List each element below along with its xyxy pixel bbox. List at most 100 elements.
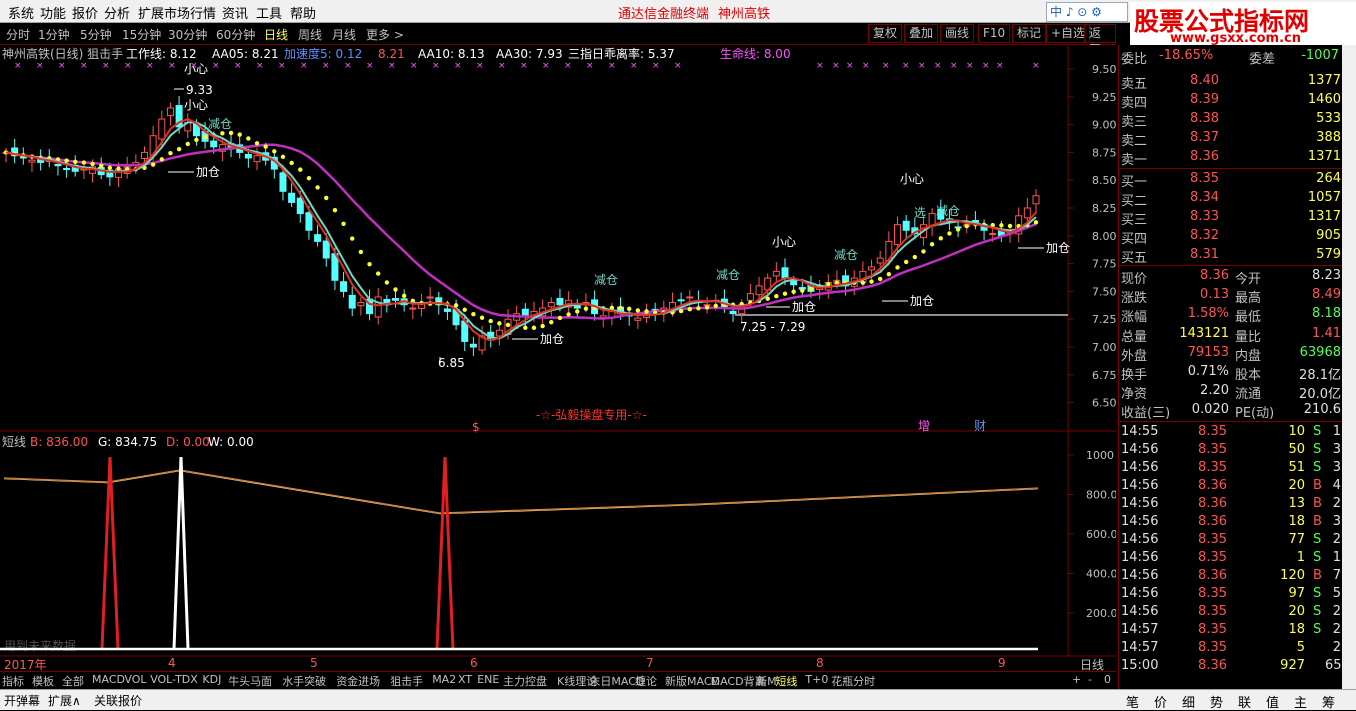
tick-time: 14:56: [1121, 586, 1159, 601]
indicator-tab[interactable]: ENE: [477, 673, 499, 686]
period-5min[interactable]: 5分钟: [80, 26, 112, 43]
kline-chart[interactable]: 神州高铁(日线) 狙击手 工作线: 8.12 AA05: 8.21 加速度5: …: [0, 45, 1116, 657]
indicator-tab[interactable]: 花瓶分时: [831, 673, 875, 689]
high-price-label: 9.33: [186, 83, 213, 97]
tick-price: 8.36: [1198, 514, 1227, 529]
ime-toolbar[interactable]: 中 ♪ ⊙ ⚙: [1046, 2, 1128, 22]
period-60min[interactable]: 60分钟: [216, 26, 255, 43]
ann-jiancang-4: 减仓: [936, 204, 960, 218]
menu-function[interactable]: 功能: [40, 3, 66, 22]
tick-volume: 77: [1288, 532, 1305, 547]
tab-shi[interactable]: 势: [1210, 692, 1223, 711]
right-scroll-strip[interactable]: [1342, 45, 1356, 689]
ann-jiacang-2: 加仓: [540, 332, 564, 346]
tab-xi[interactable]: 细: [1182, 692, 1195, 711]
fuquan-button[interactable]: 复权: [868, 24, 903, 43]
period-daily[interactable]: 日线: [264, 26, 288, 43]
indicator-tab[interactable]: 模板: [32, 673, 54, 689]
menu-help[interactable]: 帮助: [290, 3, 316, 22]
stat-label-2: 最高: [1235, 291, 1262, 307]
app-brand: 通达信金融终端: [618, 7, 710, 22]
tick-volume: 5: [1296, 640, 1305, 655]
quote-row: 14:56 8.36 20 B 4: [1119, 477, 1343, 496]
danmaku-button[interactable]: 开弹幕: [4, 692, 40, 709]
quote-row: 卖三 8.38 533: [1119, 110, 1343, 130]
indicator-tab[interactable]: 全部: [62, 673, 84, 689]
tab-zhi[interactable]: 值: [1266, 692, 1279, 711]
indicator-tab[interactable]: XT: [458, 673, 472, 686]
indicator-tab[interactable]: 缠论: [635, 673, 657, 689]
tab-zhu[interactable]: 主: [1294, 692, 1307, 711]
period-monthly[interactable]: 月线: [332, 26, 356, 43]
quote-row: 14:56 8.36 13 B 2: [1119, 495, 1343, 514]
tick-volume: 51: [1288, 460, 1305, 475]
tick-price: 8.35: [1198, 424, 1227, 439]
weibi-value: -18.65%: [1159, 48, 1214, 63]
price-tick: 9.00: [1092, 119, 1116, 132]
expand-button[interactable]: 扩展∧: [48, 692, 81, 709]
svg-text:×: ×: [388, 61, 396, 71]
signal-markers: × × × × × × × × × × × × × × × × × × × × × × × × × × × × × × × × × × × × × × × ×…: [14, 61, 1040, 71]
svg-text:×: ×: [256, 61, 264, 71]
sell-volume: 533: [1316, 111, 1341, 126]
indicator-work-line: 工作线: 8.12: [126, 47, 197, 61]
tick-count: 1: [1332, 550, 1341, 565]
indicator-tab[interactable]: 新M: [756, 673, 777, 689]
period-weekly[interactable]: 周线: [298, 26, 322, 43]
menu-system[interactable]: 系统: [8, 3, 34, 22]
back-button[interactable]: 返回: [1084, 24, 1116, 57]
menu-extended-market[interactable]: 扩展市场行情: [138, 3, 216, 22]
ann-xiaoxin-3: 小心: [184, 98, 208, 112]
quote-row: 净资 2.20 流通 20.0亿: [1119, 382, 1343, 402]
tab-scroll-control[interactable]: -: [1088, 673, 1092, 686]
indicator-tab[interactable]: 资金进场: [336, 673, 380, 689]
sell-volume: 1460: [1307, 92, 1341, 107]
tab-scroll-control[interactable]: 0: [1104, 673, 1111, 686]
tab-scroll-control[interactable]: +: [1072, 673, 1081, 686]
drawline-button[interactable]: 画线: [940, 24, 975, 43]
stat-label-2: PE(动): [1235, 406, 1275, 422]
indicator-tab[interactable]: 狙击手: [390, 673, 423, 689]
indicator-tab[interactable]: KDJ: [202, 673, 221, 686]
indicator-tab[interactable]: VOL-TDX: [150, 673, 198, 686]
tab-bi[interactable]: 笔: [1126, 692, 1139, 711]
tick-side: S: [1313, 550, 1322, 565]
period-15min[interactable]: 15分钟: [122, 26, 161, 43]
indicator-tab[interactable]: 水手突破: [282, 673, 326, 689]
quote-panel: 委比 -18.65% 委差 -1007 卖五 8.40 1377 卖四 8.39 1460 卖三 8.…: [1118, 45, 1343, 689]
marker-cai: 财: [974, 419, 986, 433]
svg-text:×: ×: [918, 61, 926, 71]
menu-quote[interactable]: 报价: [72, 3, 98, 22]
tab-lian[interactable]: 联: [1238, 692, 1251, 711]
indicator-tab[interactable]: MACD: [92, 673, 125, 686]
indicator-tab[interactable]: VOL: [124, 673, 146, 686]
period-1min[interactable]: 1分钟: [38, 26, 70, 43]
sub-indicator-name: 短线: [2, 435, 26, 449]
indicator-tab[interactable]: 指标: [2, 673, 24, 689]
menu-analysis[interactable]: 分析: [104, 3, 130, 22]
overlay-button[interactable]: 叠加: [904, 24, 939, 43]
stat-label-2: 内盘: [1235, 348, 1262, 364]
tab-jia[interactable]: 价: [1154, 692, 1167, 711]
f10-button[interactable]: F10: [978, 24, 1011, 43]
indicator-tab[interactable]: T+0: [805, 673, 828, 686]
menu-tools[interactable]: 工具: [256, 3, 282, 22]
indicator-tab[interactable]: MA2: [432, 673, 456, 686]
tick-count: 5: [1332, 586, 1341, 601]
svg-text:×: ×: [410, 61, 418, 71]
related-quote-button[interactable]: 关联报价: [94, 692, 142, 709]
tab-chou[interactable]: 筹: [1322, 692, 1335, 711]
ime-text: 中 ♪ ⊙ ⚙: [1050, 5, 1102, 19]
stat-label-2: 今开: [1235, 272, 1262, 287]
svg-text:×: ×: [882, 61, 890, 71]
period-more[interactable]: 更多 >: [366, 26, 404, 43]
indicator-tab[interactable]: 主力控盘: [503, 673, 547, 689]
mark-button[interactable]: 标记: [1012, 24, 1047, 43]
indicator-tab[interactable]: 牛头马面: [228, 673, 272, 689]
period-fenshi[interactable]: 分时: [6, 26, 30, 43]
menu-info[interactable]: 资讯: [222, 3, 248, 22]
tick-count: 3: [1332, 514, 1341, 529]
indicator-tab[interactable]: 短线: [775, 673, 797, 689]
future-data-note: 用到未来数据: [4, 638, 76, 653]
period-30min[interactable]: 30分钟: [168, 26, 207, 43]
